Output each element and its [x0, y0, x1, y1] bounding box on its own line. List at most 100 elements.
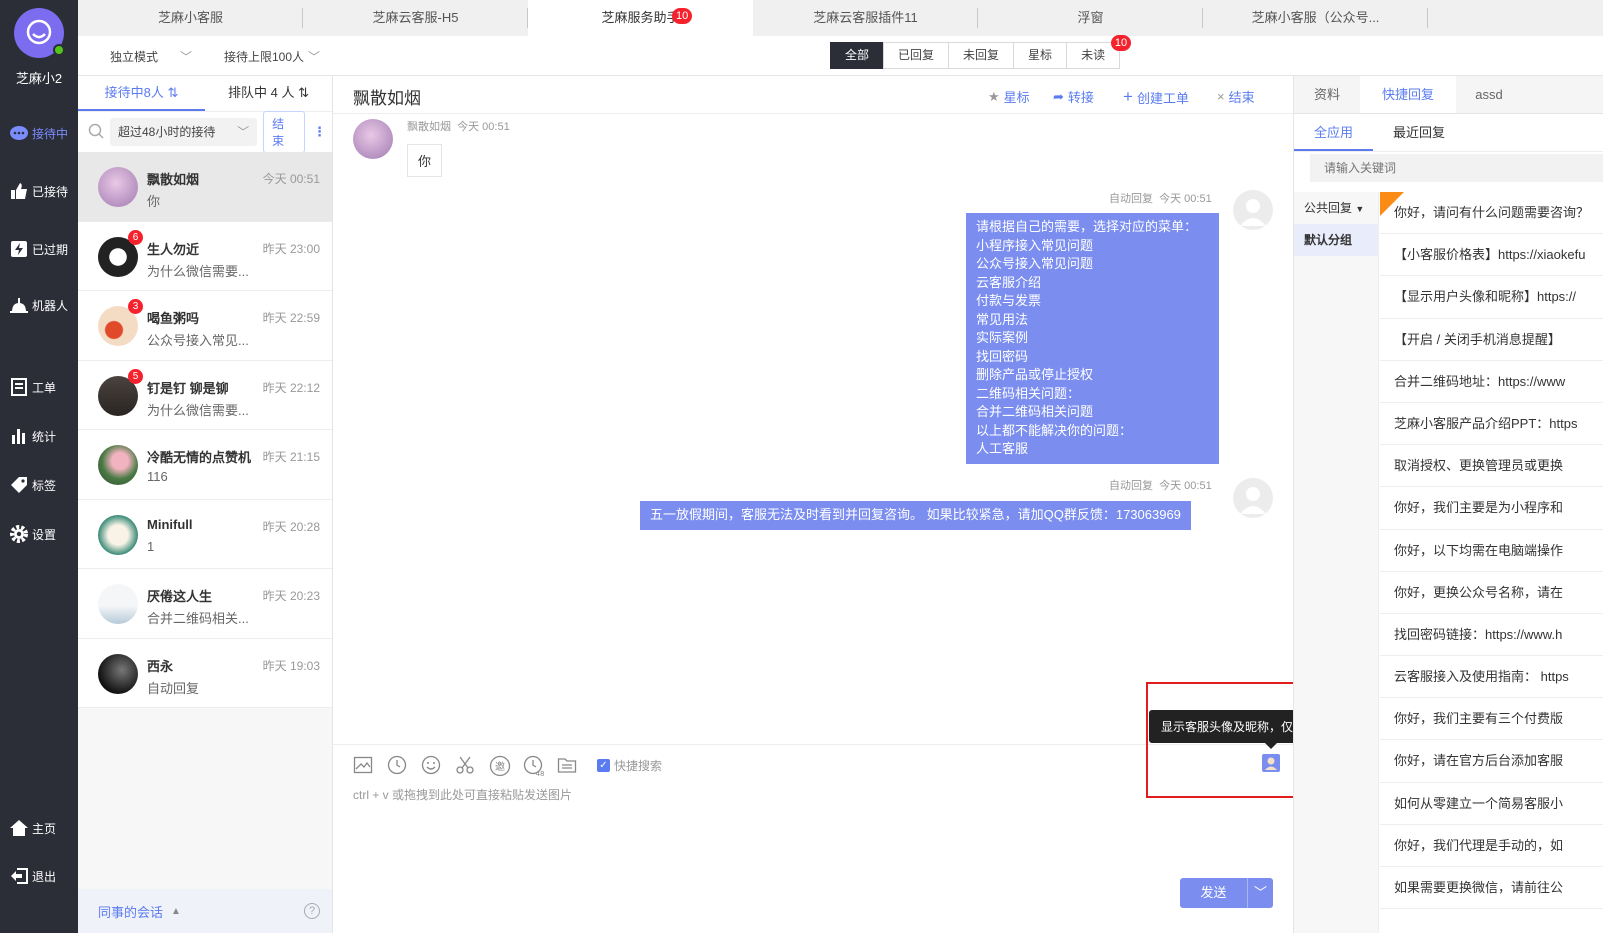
menu-line[interactable]: 找回密码: [976, 348, 1209, 367]
sort-icon: ⇅: [167, 85, 179, 100]
quick-reply-item[interactable]: 你好，请在官方后台添加客服: [1380, 740, 1603, 783]
checkmark-icon: ✓: [597, 759, 610, 772]
quick-reply-item[interactable]: 芝麻小客服产品介绍PPT：https: [1380, 403, 1603, 446]
mode-select[interactable]: 独立模式 ﹀: [110, 48, 192, 65]
user-avatar[interactable]: [14, 8, 65, 58]
nav-settings[interactable]: 设置: [8, 521, 78, 547]
quick-reply-item[interactable]: 【显示用户头像和昵称】https://: [1380, 276, 1603, 319]
session-filter-select[interactable]: 超过48小时的接待 ﹀: [110, 118, 258, 146]
menu-line[interactable]: 公众号接入常见问题: [976, 255, 1209, 274]
conversation-item[interactable]: 6 生人勿近 昨天 23:00 为什么微信需要...: [78, 221, 332, 291]
segment-unread[interactable]: 未读 10: [1066, 35, 1132, 69]
quick-reply-item[interactable]: 【小客服价格表】https://xiaokefu: [1380, 234, 1603, 277]
menu-line[interactable]: 以上都不能解决你的问题：: [976, 422, 1209, 441]
subtab-all-apps[interactable]: 全应用: [1294, 114, 1374, 151]
end-chat-button[interactable]: × 结束: [1217, 87, 1255, 106]
triangle-up-icon: ▲: [171, 905, 181, 917]
quick-reply-item[interactable]: 你好，请问有什么问题需要咨询？: [1380, 192, 1603, 235]
tab-assd[interactable]: assd: [1456, 76, 1522, 113]
menu-line[interactable]: 二维码相关问题：: [976, 385, 1209, 404]
menu-line[interactable]: 小程序接入常见问题: [976, 237, 1209, 256]
folder-icon[interactable]: [557, 755, 577, 775]
segment-all[interactable]: 全部: [830, 42, 885, 69]
chevron-down-icon: ﹀: [237, 125, 250, 139]
segment-starred[interactable]: 星标: [1013, 42, 1068, 69]
menu-line[interactable]: 付款与发票: [976, 292, 1209, 311]
search-icon[interactable]: [88, 123, 104, 142]
quick-reply-item[interactable]: 如何从零建立一个简易客服小: [1380, 783, 1603, 825]
menu-line[interactable]: 常见用法: [976, 311, 1209, 330]
close-icon: ×: [1217, 89, 1225, 104]
reply-search-input[interactable]: [1310, 154, 1603, 182]
conversation-item[interactable]: 冷酷无情的点赞机 昨天 21:15 116: [78, 430, 332, 500]
tab-serving[interactable]: 接待中8人 ⇅: [78, 76, 205, 111]
scissors-icon[interactable]: [455, 755, 475, 775]
chat-panel: 飘散如烟 ★ 星标 ➦ 转接 + 创建工单 × 结束 飘散如烟 今天 00:51 你 自…: [333, 76, 1402, 933]
quick-reply-item[interactable]: 找回密码链接：https://www.h: [1380, 614, 1603, 657]
limit-select[interactable]: 接待上限100人 ﹀: [224, 48, 320, 65]
unread-badge: 10: [672, 8, 693, 24]
conversation-item[interactable]: 5 钉是钉 铆是铆 昨天 22:12 为什么微信需要...: [78, 360, 332, 430]
quick-reply-item[interactable]: 如果需要更换微信，请前往公: [1380, 867, 1603, 910]
send-button[interactable]: 发送 ﹀: [1180, 878, 1273, 908]
segment-replied[interactable]: 已回复: [883, 42, 950, 69]
subtab-recent[interactable]: 最近回复: [1373, 114, 1465, 151]
timer-48-icon[interactable]: 48: [523, 755, 544, 778]
quick-reply-item[interactable]: 你好，以下均需在电脑端操作: [1380, 530, 1603, 572]
nav-robot[interactable]: 机器人: [8, 292, 78, 318]
chevron-down-icon[interactable]: ﹀: [1247, 878, 1273, 908]
conversation-item[interactable]: 飘散如烟 今天 00:51 你: [78, 152, 332, 222]
nav-logout[interactable]: 退出: [8, 863, 78, 889]
nav-ticket[interactable]: 工单: [8, 374, 78, 400]
conversation-item[interactable]: 3 喝鱼粥吗 昨天 22:59 公众号接入常见...: [78, 291, 332, 361]
product-tab[interactable]: 芝麻云客服插件11: [753, 0, 978, 36]
menu-line[interactable]: 合并二维码相关问题: [976, 403, 1209, 422]
quick-reply-item[interactable]: 合并二维码地址：https://www: [1380, 361, 1603, 403]
tab-queue[interactable]: 排队中 4 人 ⇅: [205, 76, 332, 111]
nav-tags[interactable]: 标签: [8, 472, 78, 498]
transfer-button[interactable]: ➦ 转接: [1053, 87, 1094, 106]
quick-search-checkbox[interactable]: ✓ 快捷搜索: [597, 757, 662, 774]
image-icon[interactable]: [353, 755, 373, 775]
quick-reply-item[interactable]: 取消授权、更换管理员或更换: [1380, 445, 1603, 488]
product-tab[interactable]: 芝麻小客服（公众号...: [1203, 0, 1428, 36]
conversation-item[interactable]: 西永 昨天 19:03 自动回复: [78, 638, 332, 708]
conversation-item[interactable]: 厌倦这人生 昨天 20:23 合并二维码相关...: [78, 569, 332, 639]
quick-reply-item[interactable]: 你好，我们主要有三个付费版: [1380, 698, 1603, 741]
message-meta: 自动回复 今天 00:51: [1109, 480, 1212, 492]
nav-serving[interactable]: 接待中: [8, 120, 78, 146]
help-icon[interactable]: ?: [304, 903, 320, 919]
end-all-button[interactable]: 结束: [263, 111, 305, 153]
nav-home[interactable]: 主页: [8, 815, 78, 841]
input-hint[interactable]: ctrl + v 或拖拽到此处可直接粘贴发送图片: [353, 786, 572, 803]
quick-reply-item[interactable]: 【开启 / 关闭手机消息提醒】: [1380, 319, 1603, 361]
group-public[interactable]: 公共回复 ▼: [1294, 192, 1378, 224]
product-tab[interactable]: 芝麻小客服: [78, 0, 303, 36]
more-icon[interactable]: ⋮: [313, 124, 326, 140]
conversation-item[interactable]: Minifull 昨天 20:28 1: [78, 499, 332, 569]
tab-profile[interactable]: 资料: [1294, 76, 1360, 113]
product-tab[interactable]: 芝麻云客服-H5: [303, 0, 528, 36]
product-tab-active[interactable]: 芝麻服务助手 10: [528, 0, 753, 36]
nav-stats[interactable]: 统计: [8, 423, 78, 449]
nav-served[interactable]: 已接待: [8, 178, 78, 204]
quick-reply-item[interactable]: 你好，更换公众号名称，请在: [1380, 572, 1603, 614]
emoji-icon[interactable]: [421, 755, 441, 775]
clock-icon[interactable]: [387, 755, 407, 775]
menu-line[interactable]: 云客服介绍: [976, 274, 1209, 293]
quick-reply-item[interactable]: 你好，我们主要是为小程序和: [1380, 487, 1603, 530]
star-button[interactable]: ★ 星标: [988, 87, 1030, 106]
quick-reply-item[interactable]: 你好，我们代理是手动的，如: [1380, 825, 1603, 867]
colleague-sessions-toggle[interactable]: 同事的会话 ▲ ?: [78, 889, 332, 933]
create-ticket-button[interactable]: + 创建工单: [1123, 87, 1189, 107]
group-default[interactable]: 默认分组: [1294, 224, 1378, 256]
product-tab[interactable]: 浮窗: [978, 0, 1203, 36]
nav-expired[interactable]: 已过期: [8, 236, 78, 262]
tab-quick-reply[interactable]: 快捷回复: [1360, 76, 1456, 113]
invite-icon[interactable]: 邀: [489, 755, 511, 777]
quick-reply-item[interactable]: 云客服接入及使用指南： https: [1380, 656, 1603, 699]
segment-unreplied[interactable]: 未回复: [948, 42, 1015, 69]
menu-line[interactable]: 删除产品或停止授权: [976, 366, 1209, 385]
menu-line[interactable]: 实际案例: [976, 329, 1209, 348]
menu-line[interactable]: 人工客服: [976, 440, 1209, 459]
